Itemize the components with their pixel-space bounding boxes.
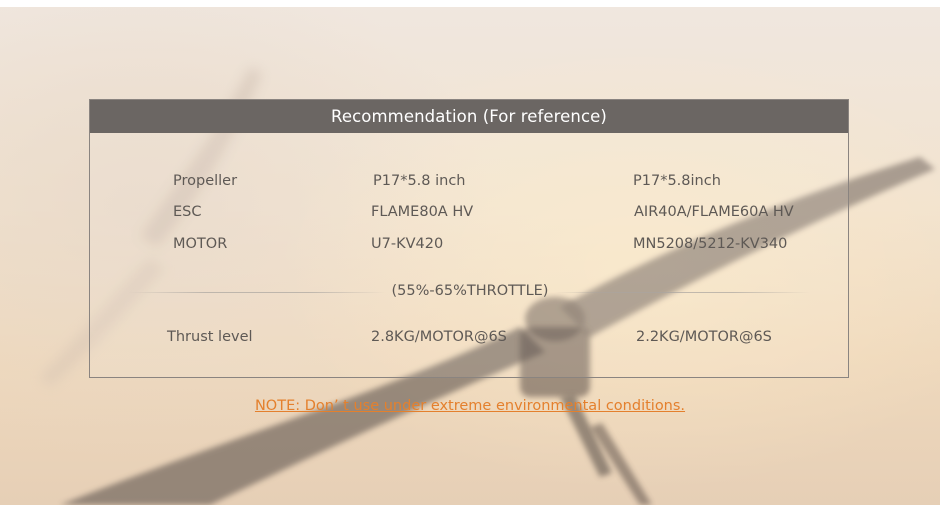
thrust-value-2: 2.2KG/MOTOR@6S bbox=[636, 329, 772, 345]
row-value-esc-2: AIR40A/FLAME60A HV bbox=[634, 204, 794, 220]
row-value-motor-2: MN5208/5212-KV340 bbox=[633, 236, 788, 252]
row-value-propeller-2: P17*5.8inch bbox=[633, 173, 721, 189]
page: Recommendation (For reference) Propeller… bbox=[0, 0, 940, 509]
row-label-propeller: Propeller bbox=[173, 173, 238, 189]
thrust-value-1: 2.8KG/MOTOR@6S bbox=[371, 329, 507, 345]
throttle-text: (55%-65%THROTTLE) bbox=[391, 283, 549, 299]
row-value-propeller-1: P17*5.8 inch bbox=[373, 173, 466, 189]
row-value-esc-1: FLAME80A HV bbox=[371, 204, 474, 220]
throttle-label: (55%-65%THROTTLE) bbox=[90, 283, 850, 299]
note-link[interactable]: NOTE: Don’ t use under extreme environme… bbox=[0, 398, 940, 414]
card-title: Recommendation (For reference) bbox=[90, 100, 848, 133]
row-label-motor: MOTOR bbox=[173, 236, 228, 252]
recommendation-card: Recommendation (For reference) Propeller… bbox=[89, 99, 849, 378]
row-label-esc: ESC bbox=[173, 204, 202, 220]
thrust-label: Thrust level bbox=[167, 329, 253, 345]
row-value-motor-1: U7-KV420 bbox=[371, 236, 444, 252]
